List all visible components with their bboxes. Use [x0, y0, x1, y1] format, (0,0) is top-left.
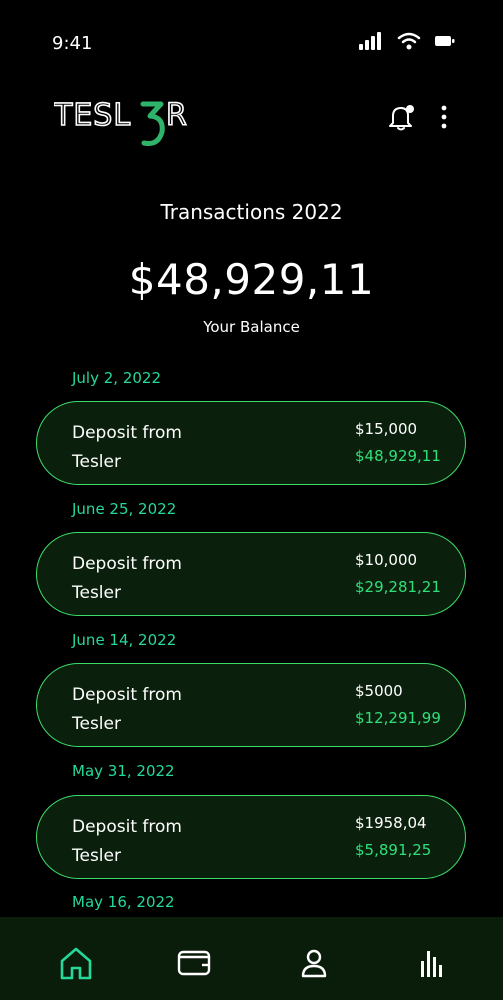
chart-icon — [421, 951, 442, 977]
more-options-icon[interactable] — [436, 104, 452, 130]
tesl3r-logo: TESL R — [54, 97, 188, 146]
nav-wallet[interactable] — [176, 945, 212, 981]
home-icon — [60, 947, 92, 980]
transaction-line1: Deposit from — [72, 817, 182, 837]
transaction-line1: Deposit from — [72, 423, 182, 443]
transaction-amount: $5000 — [355, 682, 403, 700]
transaction-running-balance: $29,281,21 — [355, 578, 441, 596]
transaction-date: June 25, 2022 — [72, 500, 177, 518]
signal-icon — [359, 32, 381, 50]
transaction-date: May 16, 2022 — [72, 893, 175, 911]
status-time: 9:41 — [52, 33, 93, 54]
transaction-card[interactable]: Deposit from Tesler $1958,04 $5,891,25 — [36, 795, 466, 879]
transaction-card[interactable]: Deposit from Tesler $15,000 $48,929,11 — [36, 401, 466, 485]
transaction-date: July 2, 2022 — [72, 369, 161, 387]
wifi-icon — [397, 32, 421, 50]
balance-label: Your Balance — [203, 318, 300, 336]
notification-bell-icon[interactable] — [386, 102, 416, 132]
status-bar: 9:41 — [0, 0, 503, 80]
transaction-running-balance: $12,291,99 — [355, 709, 441, 727]
transaction-line1: Deposit from — [72, 554, 182, 574]
balance-amount: $48,929,11 — [128, 255, 375, 304]
nav-home[interactable] — [58, 945, 94, 981]
status-icons — [359, 32, 455, 50]
nav-profile[interactable] — [296, 945, 332, 981]
transaction-date: June 14, 2022 — [72, 631, 177, 649]
app-header: TESL R — [0, 96, 503, 156]
transaction-card[interactable]: Deposit from Tesler $5000 $12,291,99 — [36, 663, 466, 747]
transaction-line2: Tesler — [72, 452, 121, 472]
transaction-running-balance: $5,891,25 — [355, 841, 432, 859]
wallet-icon — [177, 950, 211, 976]
svg-text:TESL: TESL — [54, 98, 131, 133]
transaction-amount: $15,000 — [355, 420, 418, 438]
transaction-description: Deposit from Tesler — [72, 550, 222, 608]
transaction-line1: Deposit from — [72, 685, 182, 705]
transaction-amount: $10,000 — [355, 551, 418, 569]
transaction-line2: Tesler — [72, 583, 121, 603]
nav-stats[interactable] — [414, 945, 450, 981]
battery-icon — [435, 36, 455, 46]
transaction-running-balance: $48,929,11 — [355, 447, 441, 465]
transaction-description: Deposit from Tesler — [72, 813, 222, 871]
transaction-amount: $1958,04 — [355, 814, 427, 832]
page-title: Transactions 2022 — [160, 200, 343, 224]
transaction-line2: Tesler — [72, 714, 121, 734]
transaction-description: Deposit from Tesler — [72, 681, 222, 739]
transaction-line2: Tesler — [72, 846, 121, 866]
transaction-card[interactable]: Deposit from Tesler $10,000 $29,281,21 — [36, 532, 466, 616]
transaction-date: May 31, 2022 — [72, 762, 175, 780]
svg-text:R: R — [166, 98, 187, 133]
bottom-nav — [0, 917, 503, 1000]
transaction-description: Deposit from Tesler — [72, 419, 222, 477]
user-icon — [301, 949, 327, 978]
